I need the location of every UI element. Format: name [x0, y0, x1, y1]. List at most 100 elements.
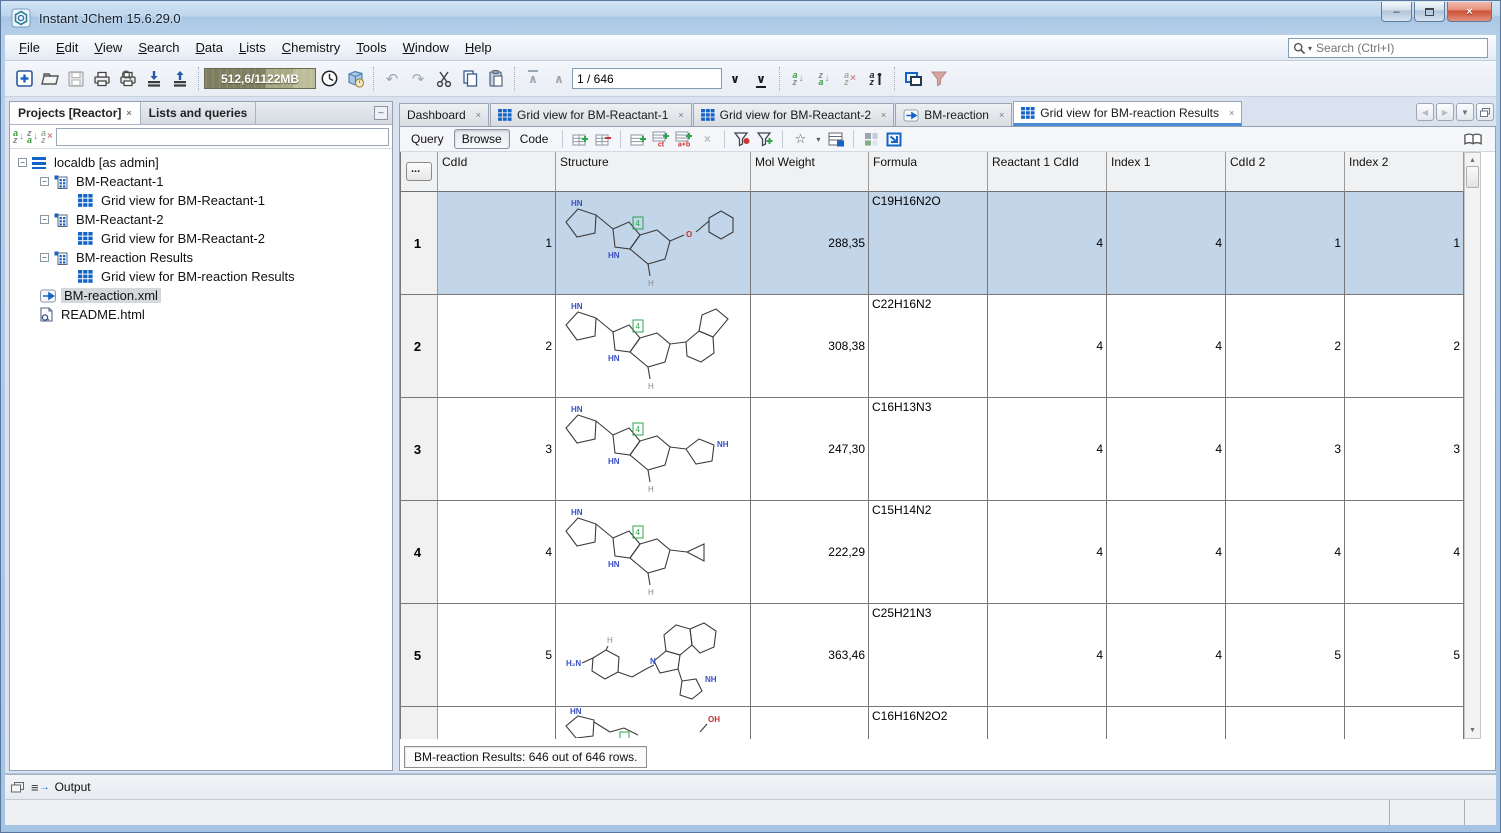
widget-layout-button[interactable] — [861, 130, 881, 149]
tree-item-grid-view-bm-reactant-1[interactable]: Grid view for BM-Reactant-1 — [10, 191, 392, 210]
tab-close-icon[interactable]: × — [678, 110, 683, 120]
column-header-cdid[interactable]: CdId — [438, 152, 556, 192]
maximize-button[interactable] — [1414, 2, 1445, 22]
cell-reactant1-cdid[interactable]: 4 — [988, 604, 1107, 707]
cell-cdid2[interactable]: 3 — [1226, 398, 1345, 501]
cell-index1[interactable]: 4 — [1107, 295, 1226, 398]
cell-formula[interactable]: C15H14N2 — [869, 501, 988, 604]
import-button[interactable] — [141, 66, 167, 92]
next-record-button[interactable]: ∨ — [722, 66, 748, 92]
first-record-button[interactable]: ∧ — [520, 66, 546, 92]
add-filter-button[interactable] — [755, 130, 775, 149]
favorites-dropdown[interactable]: ▾ — [813, 130, 823, 149]
menu-edit[interactable]: Edit — [48, 37, 86, 58]
collapse-icon[interactable]: − — [40, 253, 49, 262]
cell-formula[interactable]: C22H16N2 — [869, 295, 988, 398]
add-row-button[interactable] — [570, 130, 590, 149]
grid-options-button[interactable]: ... — [406, 162, 432, 181]
cell-structure[interactable]: HN OH — [556, 707, 751, 739]
open-in-new-view-button[interactable] — [884, 130, 904, 149]
tree-sort-desc-button[interactable]: za↓ — [27, 130, 38, 144]
cell-index2[interactable]: 2 — [1345, 295, 1464, 398]
tab-grid-view-bm-reactant-1[interactable]: Grid view for BM-Reactant-1 × — [490, 103, 692, 126]
bring-windows-front-button[interactable] — [900, 66, 926, 92]
cell-formula[interactable]: C16H13N3 — [869, 398, 988, 501]
last-record-button[interactable]: ∨ — [748, 66, 774, 92]
cell-index2[interactable]: 4 — [1345, 501, 1464, 604]
sort-descending-button[interactable]: za ↓ — [811, 66, 837, 92]
row-header[interactable]: 2 — [401, 295, 438, 398]
column-header-cdid2[interactable]: CdId 2 — [1226, 152, 1345, 192]
menu-help[interactable]: Help — [457, 37, 500, 58]
tab-bm-reaction[interactable]: BM-reaction × — [895, 103, 1012, 126]
sort-ascending-button[interactable]: az ↓ — [785, 66, 811, 92]
cell-reactant1-cdid[interactable]: 4 — [988, 398, 1107, 501]
cell-cdid2[interactable] — [1226, 707, 1345, 739]
menu-file[interactable]: File — [11, 37, 48, 58]
cell-index1[interactable]: 4 — [1107, 501, 1226, 604]
export-button[interactable] — [167, 66, 193, 92]
tab-grid-view-bm-reaction-results[interactable]: Grid view for BM-reaction Results × — [1013, 101, 1242, 126]
cell-cdid[interactable]: 5 — [438, 604, 556, 707]
remove-field-button[interactable]: × — [697, 130, 717, 149]
menu-chemistry[interactable]: Chemistry — [274, 37, 349, 58]
delete-row-button[interactable] — [593, 130, 613, 149]
cell-reactant1-cdid[interactable]: 4 — [988, 192, 1107, 295]
cell-cdid[interactable] — [438, 707, 556, 739]
collapse-icon[interactable]: − — [40, 177, 49, 186]
cell-index2[interactable] — [1345, 707, 1464, 739]
search-options-dropdown-icon[interactable]: ▾ — [1308, 44, 1312, 53]
cell-cdid2[interactable]: 5 — [1226, 604, 1345, 707]
global-search-box[interactable]: ▾ — [1288, 38, 1488, 58]
tab-close-icon[interactable]: × — [999, 110, 1004, 120]
cell-cdid[interactable]: 2 — [438, 295, 556, 398]
tab-list-button[interactable]: ▼ — [1456, 103, 1474, 121]
cell-cdid2[interactable]: 4 — [1226, 501, 1345, 604]
menu-search[interactable]: Search — [130, 37, 187, 58]
cell-structure[interactable]: H₂N H N NH — [556, 604, 751, 707]
row-header[interactable]: 4 — [401, 501, 438, 604]
titlebar[interactable]: Instant JChem 15.6.29.0 – × — [1, 1, 1500, 35]
row-header[interactable]: 1 — [401, 192, 438, 295]
cell-mol-weight[interactable] — [751, 707, 869, 739]
tab-grid-view-bm-reactant-2[interactable]: Grid view for BM-Reactant-2 × — [693, 103, 895, 126]
cell-formula[interactable]: C16H16N2O2 — [869, 707, 988, 739]
cell-reactant1-cdid[interactable]: 4 — [988, 501, 1107, 604]
advanced-sort-button[interactable]: az — [863, 66, 889, 92]
cell-reactant1-cdid[interactable] — [988, 707, 1107, 739]
apply-filter-button[interactable] — [732, 130, 752, 149]
new-button[interactable] — [11, 66, 37, 92]
close-button[interactable]: × — [1447, 2, 1492, 22]
collapse-icon[interactable]: − — [40, 215, 49, 224]
scroll-tabs-right-button[interactable]: ▶ — [1436, 103, 1454, 121]
collapse-icon[interactable]: − — [18, 158, 27, 167]
tree-sort-clear-button[interactable]: az× — [41, 130, 53, 144]
redo-button[interactable]: ↷ — [405, 66, 431, 92]
record-position-field[interactable] — [572, 68, 722, 89]
menu-data[interactable]: Data — [188, 37, 231, 58]
column-header-index1[interactable]: Index 1 — [1107, 152, 1226, 192]
cell-index2[interactable]: 5 — [1345, 604, 1464, 707]
tree-item-localdb[interactable]: − localdb [as admin] — [10, 153, 392, 172]
tree-sort-asc-button[interactable]: az↓ — [13, 130, 24, 144]
scrollbar-thumb[interactable] — [1466, 166, 1479, 188]
undo-button[interactable]: ↶ — [379, 66, 405, 92]
cell-structure[interactable]: HN HN 4 H — [556, 501, 751, 604]
cell-formula[interactable]: C25H21N3 — [869, 604, 988, 707]
tree-item-grid-view-bm-reactant-2[interactable]: Grid view for BM-Reactant-2 — [10, 229, 392, 248]
tree-item-bm-reaction-xml[interactable]: BM-reaction.xml — [10, 286, 392, 305]
save-button[interactable] — [63, 66, 89, 92]
column-header-structure[interactable]: Structure — [556, 152, 751, 192]
filter-button[interactable] — [926, 66, 952, 92]
code-mode-button[interactable]: Code — [513, 130, 556, 148]
tab-close-icon[interactable]: × — [881, 110, 886, 120]
form-view-button[interactable] — [1463, 130, 1483, 149]
cell-cdid[interactable]: 3 — [438, 398, 556, 501]
open-button[interactable] — [37, 66, 63, 92]
restore-window-icon[interactable] — [11, 782, 24, 793]
cell-reactant1-cdid[interactable]: 4 — [988, 295, 1107, 398]
row-header[interactable] — [401, 707, 438, 739]
cell-structure[interactable]: HN HN 4 H — [556, 295, 751, 398]
favorites-button[interactable]: ☆ — [790, 130, 810, 149]
cell-index2[interactable]: 3 — [1345, 398, 1464, 501]
